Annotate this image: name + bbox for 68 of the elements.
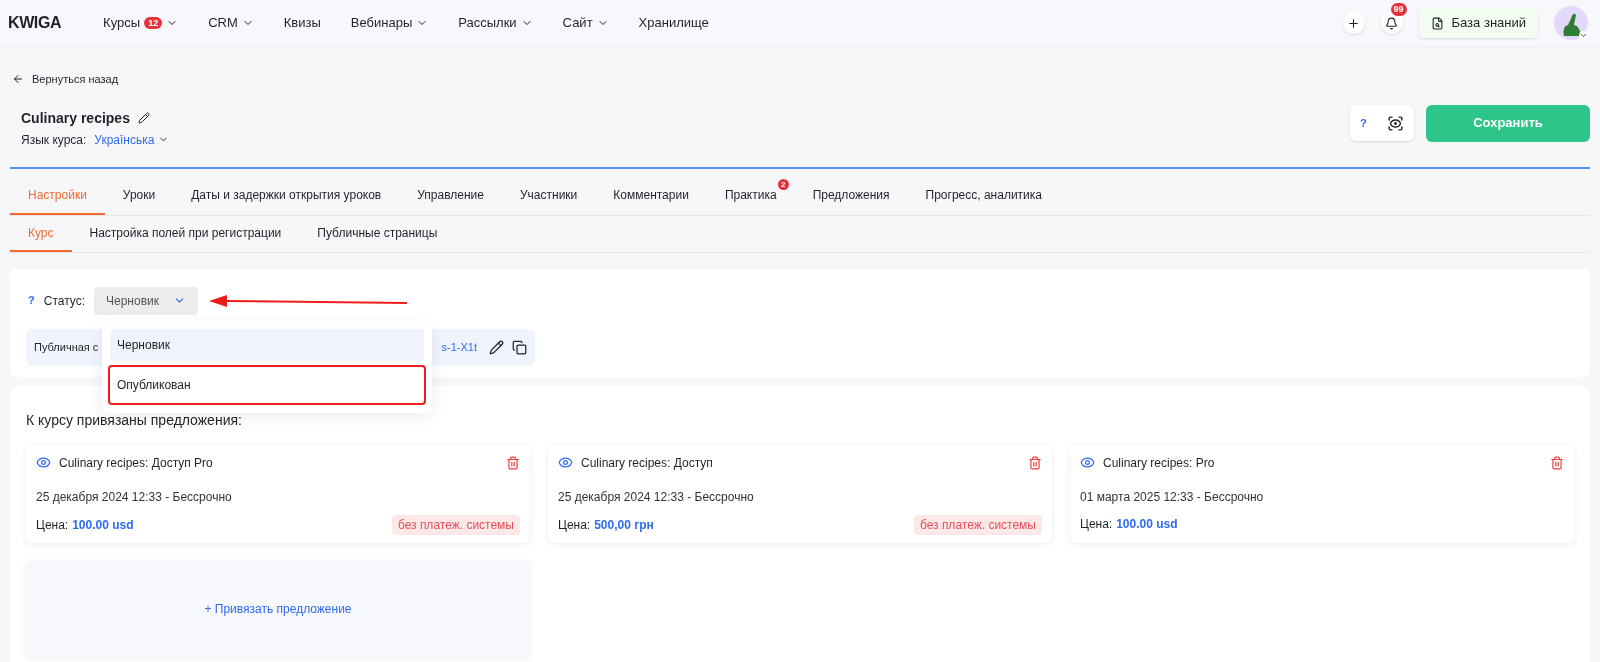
offer-dates: 01 марта 2025 12:33 - Бессрочно	[1080, 488, 1265, 506]
price-value: 100.00 usd	[1116, 515, 1178, 533]
back-link[interactable]: Вернуться назад	[12, 71, 1590, 88]
tab[interactable]: Даты и задержки открытия уроков	[173, 176, 400, 215]
edit-icon[interactable]	[489, 339, 504, 355]
offer-title: Culinary recipes: Доступ	[581, 454, 713, 472]
offer-title: Culinary recipes: Доступ Pro	[59, 454, 213, 472]
help-button[interactable]: ?	[1360, 114, 1367, 132]
dropdown-option[interactable]: Опубликован	[108, 364, 426, 405]
avatar[interactable]	[1554, 6, 1588, 40]
delete-icon[interactable]	[506, 455, 520, 470]
notifications-button[interactable]	[1380, 12, 1403, 34]
tab[interactable]: Управление	[399, 176, 502, 215]
delete-icon[interactable]	[1550, 455, 1564, 470]
nav-menu-item[interactable]: Хранилище	[638, 13, 709, 33]
offer-title: Culinary recipes: Pro	[1103, 454, 1215, 472]
price-label: Цена:	[1080, 515, 1113, 533]
count-badge: 2	[777, 178, 789, 190]
tab[interactable]: Практика 2	[706, 176, 795, 215]
tab[interactable]: Предложения	[794, 176, 908, 215]
price-value: 500,00 грн	[594, 516, 654, 534]
nav-menu-item[interactable]: Курсы 12	[103, 13, 179, 33]
view-icon[interactable]	[558, 455, 573, 470]
count-badge: 12	[144, 17, 163, 29]
dropdown-option[interactable]: Черновик	[110, 328, 424, 361]
nav-menu-item[interactable]: Вебинары	[350, 13, 429, 33]
knowledge-base-button[interactable]: База знаний	[1418, 8, 1538, 38]
offer-dates: 25 декабря 2024 12:33 - Бессрочно	[36, 488, 233, 506]
add-button[interactable]	[1342, 12, 1365, 34]
subtab[interactable]: Настройка полей при регистрации	[71, 215, 300, 252]
copy-icon[interactable]	[512, 339, 527, 355]
preview-icon[interactable]	[1386, 114, 1404, 132]
public-page-label: Публичная с	[34, 339, 99, 355]
public-page-link[interactable]: s-1-X1t	[441, 338, 477, 356]
offer-dates: 25 декабря 2024 12:33 - Бессрочно	[558, 488, 755, 506]
payment-tag: без платеж. системы	[391, 514, 520, 535]
tab[interactable]: Уроки	[104, 176, 174, 215]
payment-tag: без платеж. системы	[913, 514, 1042, 535]
tab[interactable]: Участники	[501, 176, 596, 215]
edit-icon[interactable]	[137, 112, 150, 124]
nav-menu-item[interactable]: Сайт	[562, 13, 609, 33]
document-search-icon	[1430, 16, 1444, 30]
help-icon[interactable]: ?	[28, 292, 35, 309]
count-badge: 99	[1390, 3, 1407, 16]
chevron-down-icon	[1579, 31, 1588, 40]
offers-heading: К курсу привязаны предложения:	[26, 410, 243, 430]
bell-icon	[1385, 16, 1398, 30]
price-label: Цена:	[558, 516, 591, 534]
plus-icon	[1347, 16, 1360, 30]
status-label: Статус:	[43, 292, 85, 310]
status-select[interactable]: Черновик	[94, 286, 198, 315]
price-label: Цена:	[36, 516, 69, 534]
language-select[interactable]: Українська	[94, 130, 170, 149]
nav-menu-item[interactable]: CRM	[208, 13, 254, 33]
language-label: Язык курса:	[21, 131, 87, 149]
subtab[interactable]: Публичные страницы	[299, 215, 456, 252]
tab[interactable]: Прогресс, аналитика	[907, 176, 1060, 215]
nav-menu-item[interactable]: Рассылки	[458, 13, 533, 33]
nav-menu-item[interactable]: Квизы	[283, 13, 321, 33]
add-offer-button[interactable]: + Привязать предложение	[26, 560, 530, 658]
view-icon[interactable]	[36, 455, 51, 470]
logo[interactable]: KWIGA	[8, 11, 62, 35]
view-icon[interactable]	[1080, 455, 1095, 470]
price-value: 100.00 usd	[72, 516, 134, 534]
tab[interactable]: Комментарии	[595, 176, 707, 215]
course-title: Culinary recipes	[21, 108, 130, 128]
delete-icon[interactable]	[1028, 455, 1042, 470]
arrow-left-icon	[12, 73, 24, 86]
